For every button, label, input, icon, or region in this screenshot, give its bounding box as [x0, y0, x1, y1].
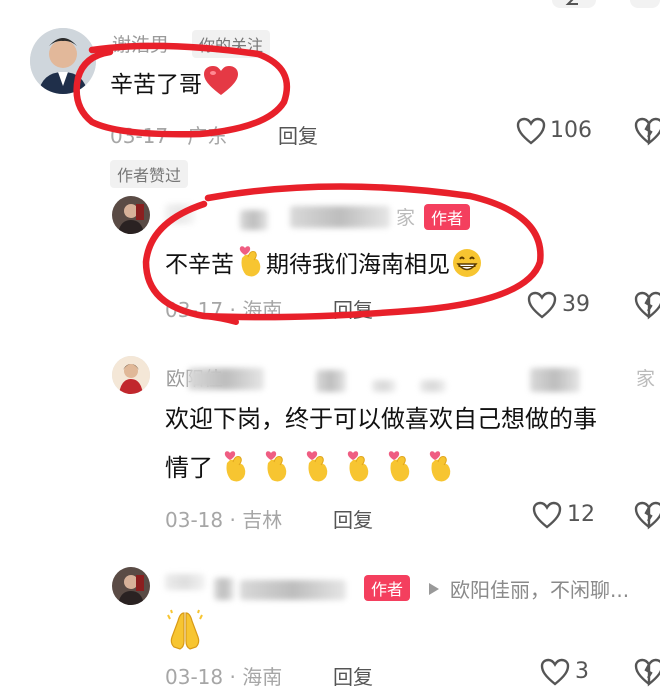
broken-heart-icon [634, 117, 660, 146]
redacted-name [372, 380, 396, 392]
location-text: 海南 [242, 298, 283, 322]
following-tag: 你的关注 [192, 30, 271, 58]
dislike-button[interactable] [634, 117, 660, 149]
comment-text-line2-content: 情了 [165, 454, 213, 482]
dislike-button[interactable] [634, 291, 660, 323]
redacted-name [316, 370, 346, 392]
like-button[interactable] [527, 291, 557, 323]
reply-button[interactable]: 回复 [333, 294, 373, 323]
comment-text-a: 不辛苦 [165, 252, 234, 278]
commenter-name-suffix[interactable]: 家 [396, 203, 415, 230]
date-text: 03-18 [165, 508, 224, 532]
comment-text-line1: 欢迎下岗，终于可以做喜欢自己想做的事 [165, 405, 597, 433]
author-tag: 作者 [424, 204, 471, 230]
redacted-name [240, 210, 268, 230]
date-text: 03-17 [110, 124, 169, 148]
redacted-name [530, 368, 580, 392]
redacted-name [214, 578, 234, 600]
avatar[interactable] [112, 356, 150, 394]
heart-outline-icon [527, 291, 557, 319]
author-tag: 作者 [364, 575, 411, 601]
comment-date: 03-17 · 广东 [110, 124, 228, 148]
broken-heart-icon [634, 658, 660, 687]
heart-outline-icon [516, 117, 546, 145]
comment-text-b: 期待我们海南相见 [266, 252, 450, 278]
reply-to-text[interactable]: 欧阳佳丽，不闲聊... [450, 574, 629, 603]
dislike-button[interactable] [634, 501, 660, 533]
dislike-button[interactable] [634, 658, 660, 690]
finger-heart-emoji [236, 244, 264, 287]
red-heart-emoji [204, 66, 238, 105]
reply-button[interactable]: 回复 [278, 120, 318, 149]
comment-text-content: 辛苦了哥 [110, 72, 202, 98]
location-text: 广东 [187, 124, 228, 148]
top-partial-icon [630, 0, 660, 14]
comment-date: 03-18 · 海南 [165, 665, 283, 689]
commenter-name-suffix[interactable]: 家 [636, 364, 655, 391]
commenter-name[interactable]: 谢浩男 [112, 30, 169, 57]
location-text: 吉林 [242, 508, 283, 532]
broken-heart-icon [634, 291, 660, 320]
comment-date: 03-18 · 吉林 [165, 508, 283, 532]
date-text: 03-17 [165, 298, 224, 322]
like-button[interactable] [516, 117, 546, 149]
avatar[interactable] [30, 28, 96, 94]
date-text: 03-18 [165, 665, 224, 689]
like-count: 12 [567, 502, 595, 527]
heart-outline-icon [540, 658, 570, 686]
reply-button[interactable]: 回复 [333, 504, 373, 533]
like-count: 3 [575, 659, 589, 684]
praying-hands-emoji [166, 609, 204, 655]
reply-button[interactable]: 回复 [333, 661, 373, 690]
heart-outline-icon [532, 501, 562, 529]
redacted-name [165, 574, 205, 590]
avatar[interactable] [112, 196, 150, 234]
grin-emoji [452, 248, 482, 287]
redacted-name [420, 380, 446, 392]
comment-text: 不辛苦 期待我们海南相见 [165, 244, 482, 287]
comment-text: 辛苦了哥 [110, 66, 238, 105]
redacted-name [240, 580, 346, 600]
comment-text-line2: 情了 [165, 448, 453, 492]
comment-date: 03-17 · 海南 [165, 298, 283, 322]
redacted-name [188, 368, 264, 390]
finger-heart-emoji-row [221, 448, 453, 492]
author-liked-badge: 作者赞过 [110, 160, 189, 188]
broken-heart-icon [634, 501, 660, 530]
redacted-name [290, 206, 390, 228]
like-count: 39 [562, 292, 590, 317]
redacted-name [165, 204, 195, 224]
top-partial-icon [552, 0, 596, 14]
like-count: 106 [550, 118, 592, 143]
like-button[interactable] [532, 501, 562, 533]
location-text: 海南 [242, 665, 283, 689]
like-button[interactable] [540, 658, 570, 690]
reply-arrow-icon [428, 581, 440, 600]
avatar[interactable] [112, 567, 150, 605]
